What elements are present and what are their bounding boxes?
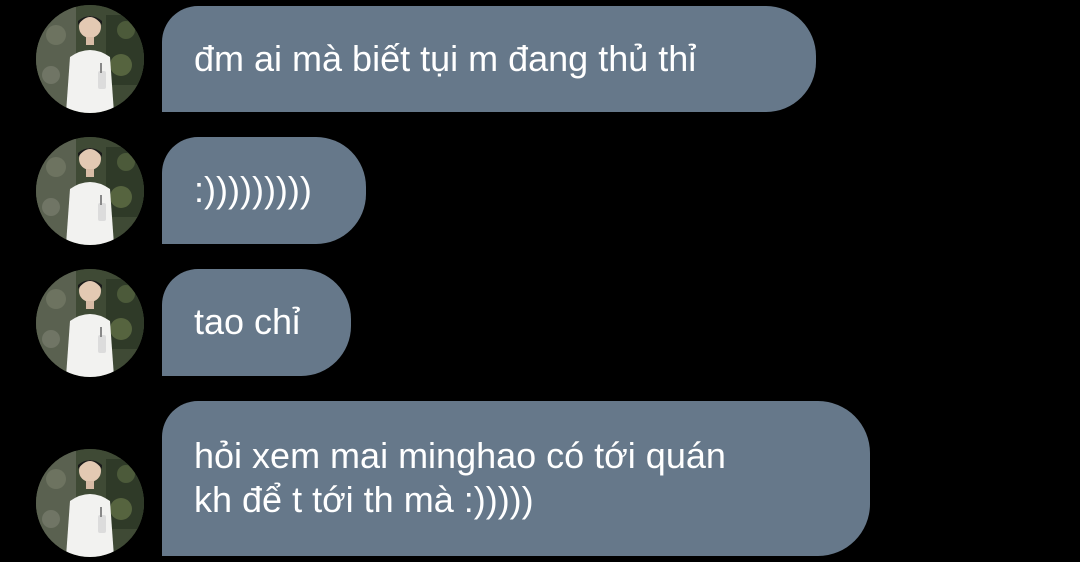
avatar[interactable]	[36, 137, 144, 245]
avatar[interactable]	[36, 449, 144, 557]
message-bubble[interactable]: :)))))))))	[162, 137, 366, 244]
profile-photo-icon	[36, 269, 144, 377]
message-text-line-1: hỏi xem mai minghao có tới quán	[194, 435, 726, 476]
message-text: tao chỉ	[194, 301, 301, 342]
message-text: :)))))))))	[194, 169, 312, 210]
message-text-line-2: kh để t tới th mà :)))))	[194, 479, 534, 520]
message-bubble[interactable]: đm ai mà biết tụi m đang thủ thỉ	[162, 6, 816, 112]
profile-photo-icon	[36, 5, 144, 113]
message-bubble[interactable]: tao chỉ	[162, 269, 351, 376]
avatar[interactable]	[36, 269, 144, 377]
message-bubble[interactable]: hỏi xem mai minghao có tới quán kh để t …	[162, 401, 870, 556]
message-text: đm ai mà biết tụi m đang thủ thỉ	[194, 38, 697, 79]
profile-photo-icon	[36, 449, 144, 557]
profile-photo-icon	[36, 137, 144, 245]
avatar[interactable]	[36, 5, 144, 113]
